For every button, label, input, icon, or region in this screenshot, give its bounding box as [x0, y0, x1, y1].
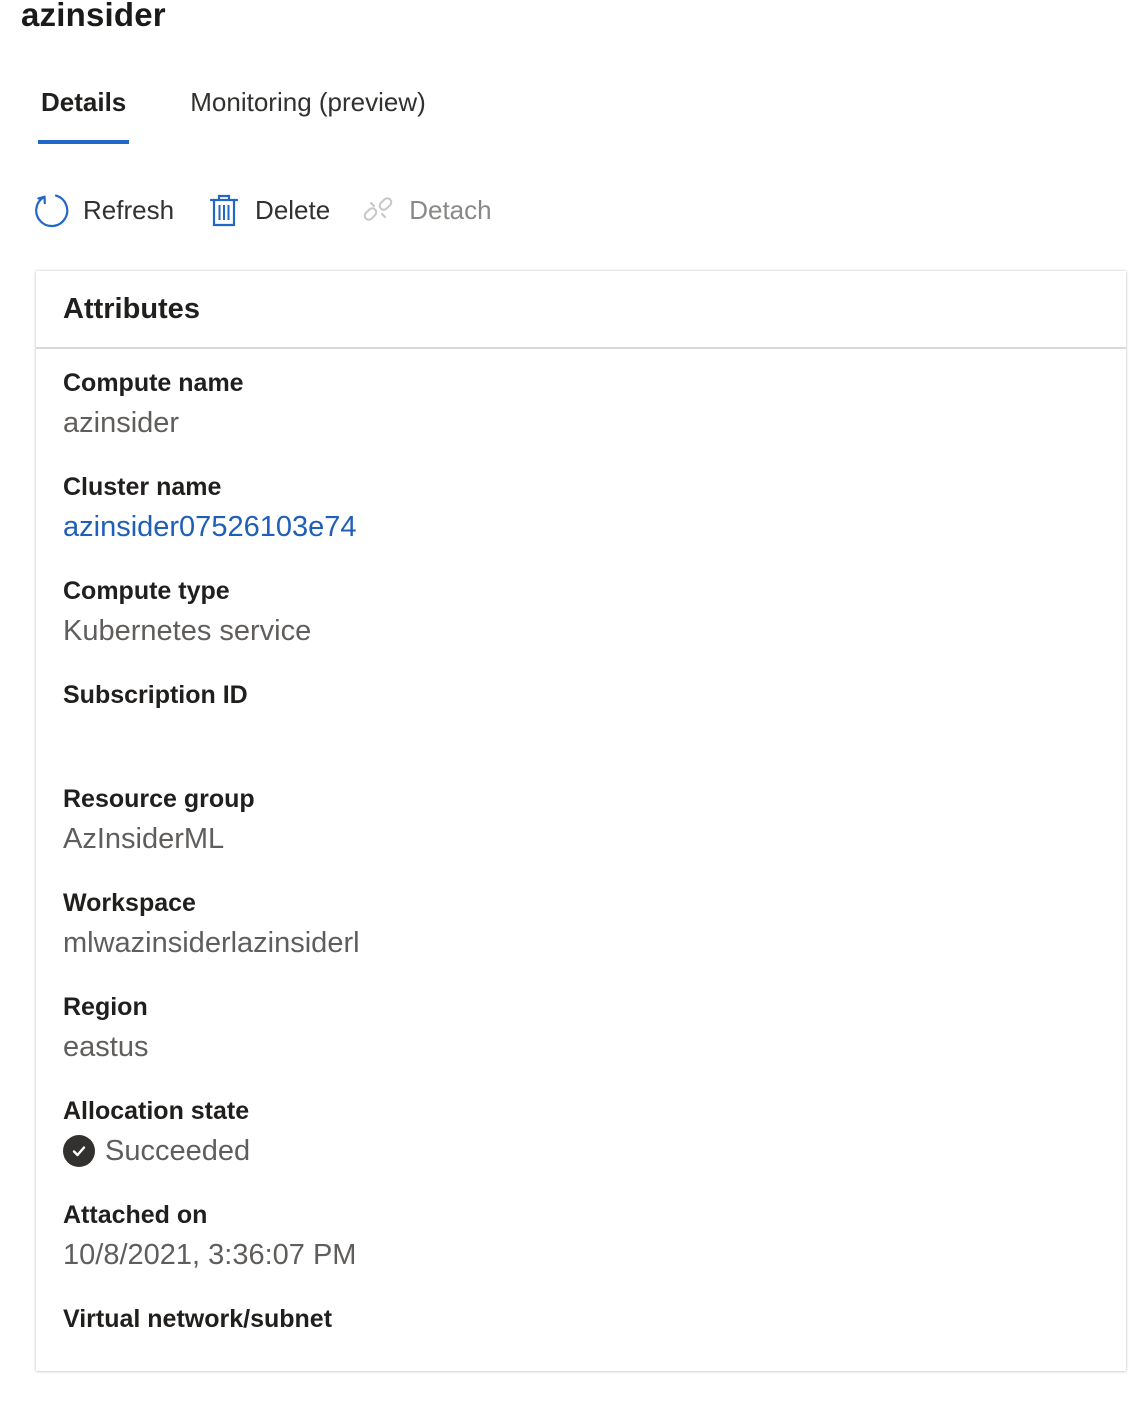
refresh-button[interactable]: Refresh	[34, 192, 174, 228]
command-bar: Refresh Delete Detach	[34, 188, 492, 232]
attr-value: eastus	[63, 1031, 149, 1063]
delete-label: Delete	[255, 194, 331, 225]
attr-resource-group: Resource group AzInsiderML	[63, 781, 1126, 885]
attributes-list: Compute name azinsider Cluster name azin…	[36, 349, 1126, 1405]
attr-label: Allocation state	[63, 1097, 250, 1125]
attr-allocation-state: Allocation state Succeeded	[63, 1093, 1126, 1197]
detach-label: Detach	[409, 194, 492, 225]
trash-icon	[206, 192, 242, 228]
tab-details[interactable]: Details	[38, 82, 130, 144]
attr-value	[63, 713, 1126, 757]
attr-region: Region eastus	[63, 989, 1126, 1093]
attr-value: AzInsiderML	[63, 823, 225, 855]
attr-compute-type: Compute type Kubernetes service	[63, 573, 1126, 677]
attr-cluster-name: Cluster name azinsider07526103e74	[63, 469, 1126, 573]
attr-value: Kubernetes service	[63, 615, 312, 647]
attr-subscription-id: Subscription ID	[63, 677, 1126, 781]
page-title: azinsider	[21, 0, 166, 33]
allocation-status: Succeeded	[63, 1129, 1126, 1173]
attr-label: Cluster name	[63, 473, 222, 501]
attr-label: Compute name	[63, 369, 244, 397]
attr-value: mlwazinsiderlazinsiderl	[63, 927, 360, 959]
attr-value: 10/8/2021, 3:36:07 PM	[63, 1239, 357, 1271]
detach-button[interactable]: Detach	[360, 192, 492, 228]
attributes-title: Attributes	[63, 292, 200, 325]
attr-attached-on: Attached on 10/8/2021, 3:36:07 PM	[63, 1197, 1126, 1301]
unlink-icon	[360, 192, 396, 228]
attr-label: Region	[63, 993, 148, 1021]
attr-label: Workspace	[63, 889, 196, 917]
allocation-status-text: Succeeded	[105, 1135, 251, 1167]
attr-label: Attached on	[63, 1201, 208, 1229]
attributes-card: Attributes Compute name azinsider Cluste…	[36, 271, 1126, 1371]
attr-compute-name: Compute name azinsider	[63, 365, 1126, 469]
attr-workspace: Workspace mlwazinsiderlazinsiderl	[63, 885, 1126, 989]
refresh-icon	[34, 192, 70, 228]
refresh-label: Refresh	[83, 194, 175, 225]
attr-label: Compute type	[63, 577, 230, 605]
check-circle-icon	[63, 1135, 95, 1167]
tab-monitoring[interactable]: Monitoring (preview)	[187, 82, 429, 140]
attr-label: Subscription ID	[63, 681, 248, 709]
delete-button[interactable]: Delete	[206, 192, 330, 228]
attr-label: Resource group	[63, 785, 255, 813]
attributes-header: Attributes	[36, 271, 1126, 349]
tab-bar: Details Monitoring (preview)	[38, 82, 429, 148]
cluster-name-link[interactable]: azinsider07526103e74	[63, 505, 1126, 549]
attr-value: azinsider	[63, 407, 180, 439]
attr-value	[63, 1337, 1126, 1381]
attr-virtual-network: Virtual network/subnet	[63, 1301, 1126, 1405]
